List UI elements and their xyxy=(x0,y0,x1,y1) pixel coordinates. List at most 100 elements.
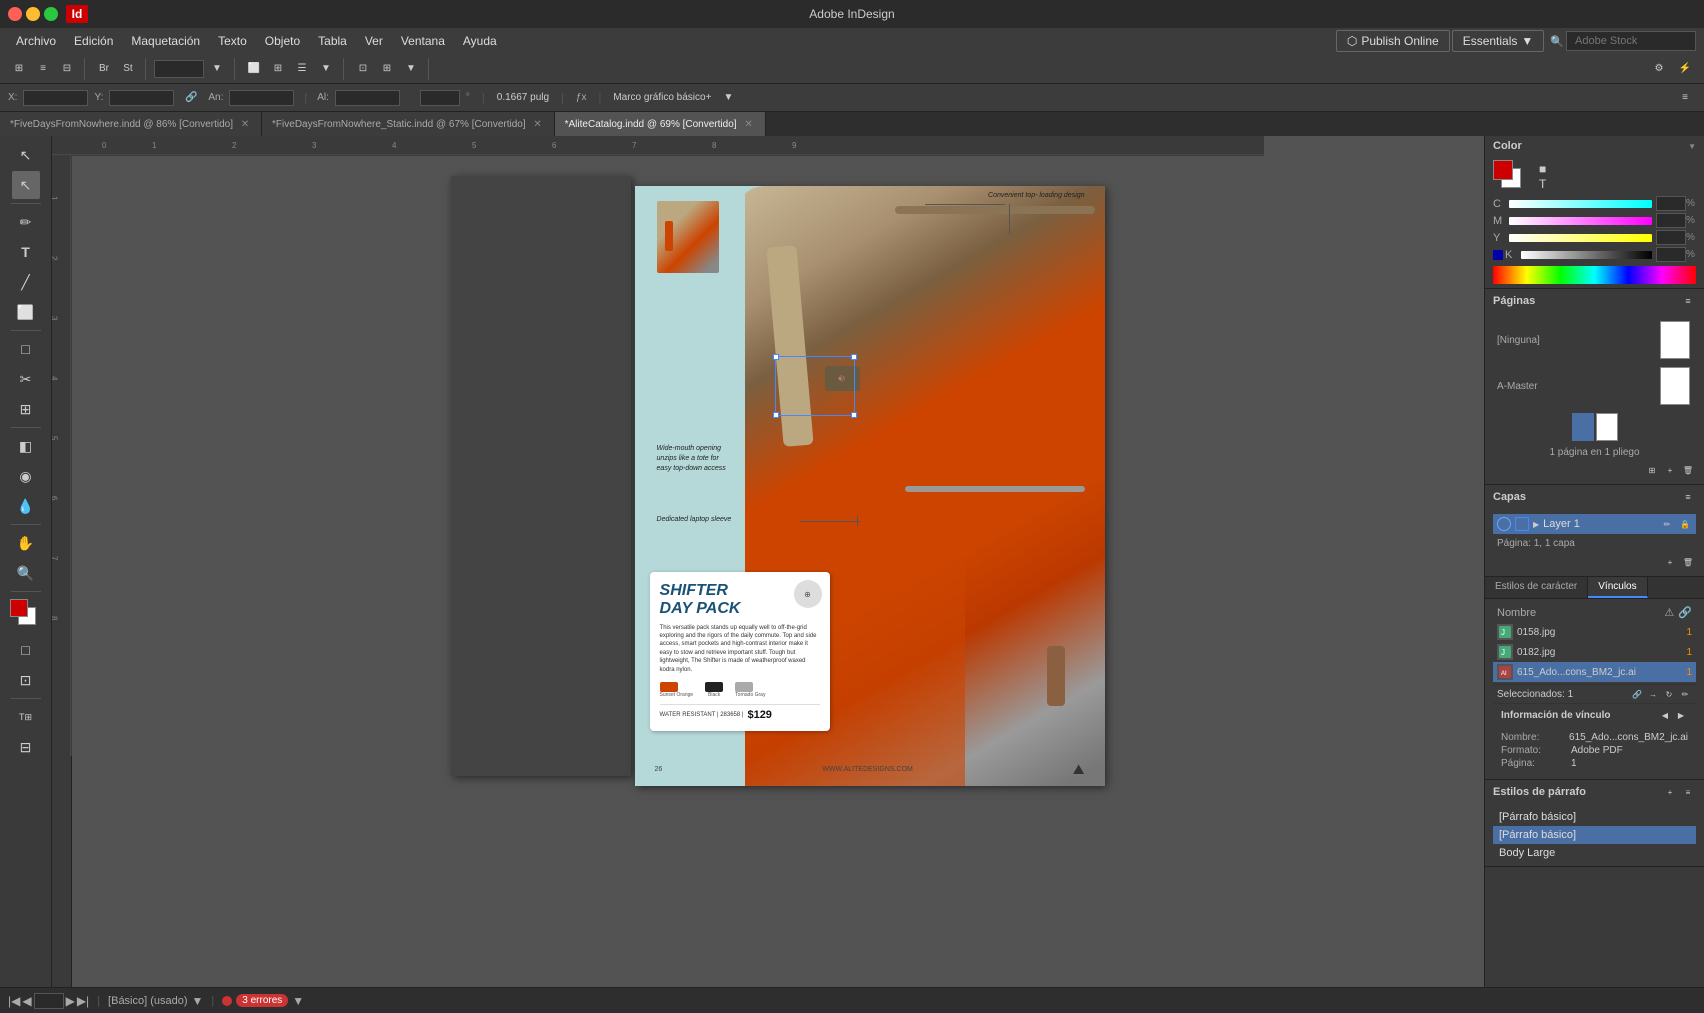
view-btn2[interactable]: ⊞ xyxy=(267,58,289,80)
essentials-button[interactable]: Essentials ▼ xyxy=(1452,30,1545,52)
m-input[interactable] xyxy=(1656,213,1686,228)
menu-ayuda[interactable]: Ayuda xyxy=(455,31,505,51)
layer-1-lock[interactable] xyxy=(1515,517,1529,531)
m-slider[interactable] xyxy=(1509,217,1652,225)
layers-menu-btn[interactable]: ≡ xyxy=(1680,489,1696,505)
pages-new-page-btn[interactable]: + xyxy=(1662,462,1678,478)
gradient-tool[interactable]: ◧ xyxy=(12,432,40,460)
c-slider[interactable] xyxy=(1509,200,1652,208)
canvas-area[interactable]: 0 1 2 3 4 5 6 7 8 9 1 2 3 4 5 6 7 xyxy=(52,136,1484,987)
tab-1[interactable]: *FiveDaysFromNowhere.indd @ 86% [Convert… xyxy=(0,112,262,136)
tab-3-close[interactable]: ✕ xyxy=(743,118,755,130)
y-slider[interactable] xyxy=(1509,234,1652,242)
style-parrafo-basico-0[interactable]: [Párrafo básico] xyxy=(1493,808,1696,826)
link-info-prev[interactable]: ◀ xyxy=(1658,708,1672,722)
rect-tool[interactable]: □ xyxy=(12,335,40,363)
fg-swatch[interactable] xyxy=(1493,160,1513,180)
lightning-btn[interactable]: ⚡ xyxy=(1674,58,1696,80)
tab-char-styles[interactable]: Estilos de carácter xyxy=(1485,577,1588,598)
page-thumb-2[interactable] xyxy=(1596,413,1618,441)
free-transform-tool[interactable]: ⊞ xyxy=(12,395,40,423)
link-info-next[interactable]: ▶ xyxy=(1674,708,1688,722)
arrange-btn2[interactable]: ⊞ xyxy=(376,58,398,80)
view-btn1[interactable]: ⬜ xyxy=(243,58,265,80)
frame-grid-btn[interactable]: ⊟ xyxy=(12,733,40,761)
style-body-large[interactable]: Body Large xyxy=(1493,844,1696,862)
arrange-dropdown[interactable]: ▼ xyxy=(400,58,422,80)
view-dropdown[interactable]: ▼ xyxy=(315,58,337,80)
constrain-btn[interactable]: 🔗 xyxy=(180,87,202,109)
y-input[interactable] xyxy=(1656,230,1686,245)
menu-ver[interactable]: Ver xyxy=(357,31,391,51)
style-parrafo-basico-1[interactable]: [Párrafo básico] xyxy=(1493,826,1696,844)
layer-1-expand[interactable]: ▶ xyxy=(1533,520,1539,529)
color-spectrum[interactable] xyxy=(1493,266,1696,284)
type-tool[interactable]: T xyxy=(12,238,40,266)
links-relink-btn[interactable]: 🔗 xyxy=(1630,687,1644,701)
pages-options-btn[interactable]: ≡ xyxy=(1680,293,1696,309)
link-615[interactable]: AI 615_Ado...cons_BM2_jc.ai 1 xyxy=(1493,662,1696,682)
next-page-btn[interactable]: ▶ xyxy=(66,994,75,1008)
color-panel-header[interactable]: Color ▼ xyxy=(1485,136,1704,156)
link-info-header[interactable]: Información de vínculo ◀ ▶ xyxy=(1493,704,1696,726)
right-icon-btn[interactable]: ≡ xyxy=(1674,87,1696,109)
w-input[interactable] xyxy=(229,90,294,106)
select-tool[interactable]: ↖ xyxy=(12,141,40,169)
style-dropdown-btn[interactable]: ▼ xyxy=(192,994,204,1008)
y-input[interactable] xyxy=(109,90,174,106)
pages-panel-header[interactable]: Páginas ≡ xyxy=(1485,289,1704,313)
layer-1-row[interactable]: ▶ Layer 1 ✏ 🔒 xyxy=(1493,514,1696,534)
pages-delete-btn[interactable]: 🗑 xyxy=(1680,462,1696,478)
links-edit-btn[interactable]: ✏ xyxy=(1678,687,1692,701)
direct-select-tool[interactable]: ↖ xyxy=(12,171,40,199)
eyedropper-tool[interactable]: 💧 xyxy=(12,492,40,520)
para-styles-menu-btn[interactable]: ≡ xyxy=(1680,784,1696,800)
angle-input[interactable]: 0 xyxy=(420,90,460,106)
k-input[interactable] xyxy=(1656,247,1686,262)
fill-tool[interactable]: ◉ xyxy=(12,462,40,490)
layer-1-lock-icon[interactable]: 🔒 xyxy=(1678,517,1692,531)
fill-icon[interactable]: ■ xyxy=(1539,162,1546,176)
last-page-btn[interactable]: ▶| xyxy=(77,994,89,1008)
stroke-icon[interactable]: T xyxy=(1539,177,1546,191)
menu-texto[interactable]: Texto xyxy=(210,31,255,51)
zoom-dropdown-btn[interactable]: ▼ xyxy=(206,58,228,80)
tab-2[interactable]: *FiveDaysFromNowhere_Static.indd @ 67% [… xyxy=(262,112,555,136)
hand-tool[interactable]: ✋ xyxy=(12,529,40,557)
fg-color-swatch[interactable] xyxy=(10,599,28,617)
zoom-input[interactable]: 69% xyxy=(154,60,204,78)
link-0182[interactable]: J 0182.jpg 1 xyxy=(1493,642,1696,662)
transform-btn[interactable]: ⊞ xyxy=(8,58,30,80)
links-goto-btn[interactable]: → xyxy=(1646,687,1660,701)
line-tool[interactable]: ╱ xyxy=(12,268,40,296)
paragraph-styles-header[interactable]: Estilos de párrafo + ≡ xyxy=(1485,780,1704,804)
tab-2-close[interactable]: ✕ xyxy=(532,118,544,130)
prev-page-btn[interactable]: ◀ xyxy=(22,994,31,1008)
stock-search-input[interactable] xyxy=(1566,31,1696,51)
text-frame-btn[interactable]: T⊞ xyxy=(12,703,40,731)
preview-mode-btn[interactable]: ⊡ xyxy=(12,666,40,694)
bridge-btn[interactable]: Br xyxy=(93,58,115,80)
close-button[interactable] xyxy=(8,7,22,21)
view-btn3[interactable]: ☰ xyxy=(291,58,313,80)
stock-btn[interactable]: St xyxy=(117,58,139,80)
tab-links[interactable]: Vínculos xyxy=(1588,577,1647,598)
maximize-button[interactable] xyxy=(44,7,58,21)
menu-tabla[interactable]: Tabla xyxy=(310,31,355,51)
pages-new-master-btn[interactable]: ⊞ xyxy=(1644,462,1660,478)
arrange-btn1[interactable]: ⊡ xyxy=(352,58,374,80)
first-page-btn[interactable]: |◀ xyxy=(8,994,20,1008)
frame-style-dropdown[interactable]: ▼ xyxy=(717,87,739,109)
dist-btn[interactable]: ⊟ xyxy=(56,58,78,80)
tab-3[interactable]: *AliteCatalog.indd @ 69% [Convertido] ✕ xyxy=(555,112,766,136)
c-input[interactable] xyxy=(1656,196,1686,211)
link-0158[interactable]: J 0158.jpg 1 xyxy=(1493,622,1696,642)
normal-mode-btn[interactable]: □ xyxy=(12,636,40,664)
layer-1-edit-btn[interactable]: ✏ xyxy=(1660,517,1674,531)
layer-1-visibility[interactable] xyxy=(1497,517,1511,531)
page-number-input[interactable]: 1 xyxy=(34,993,64,1009)
page-thumb-active[interactable] xyxy=(1572,413,1594,441)
x-input[interactable] xyxy=(23,90,88,106)
menu-objeto[interactable]: Objeto xyxy=(257,31,308,51)
rect-frame-tool[interactable]: ⬜ xyxy=(12,298,40,326)
